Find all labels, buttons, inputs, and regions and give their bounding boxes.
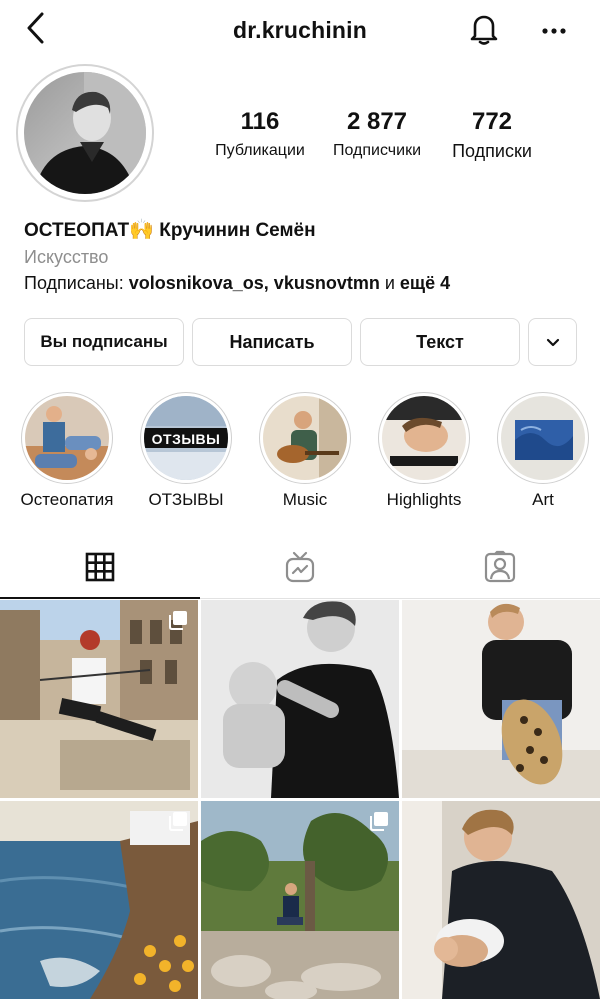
profile-username: dr.kruchinin <box>232 17 368 43</box>
grid-icon <box>85 552 115 587</box>
tagged-user-icon <box>483 550 517 589</box>
highlight-art[interactable]: Art <box>483 392 600 510</box>
highlight-overlay-text: ОТЗЫВЫ <box>151 431 221 447</box>
avatar <box>24 72 146 194</box>
following-count[interactable]: 772 Подписки <box>436 108 548 161</box>
highlight-cover-image <box>382 396 466 480</box>
raised-hands-emoji: 🙌 <box>129 219 155 241</box>
display-name-prefix: ОСТЕОПАТ <box>24 220 130 241</box>
posts-count-value: 116 <box>240 108 280 135</box>
highlight-music[interactable]: Music <box>245 392 365 510</box>
followed-by-more: ещё 4 <box>399 273 451 293</box>
more-horizontal-icon <box>541 22 567 40</box>
highlight-label: Art <box>532 490 554 509</box>
following-count-label: Подписки <box>452 141 532 161</box>
carousel-icon <box>168 811 188 831</box>
display-name-suffix: Кручинин Семён <box>154 220 316 241</box>
highlight-ring <box>497 392 589 484</box>
followers-count[interactable]: 2 877 Подписчики <box>318 108 436 161</box>
highlight-label: Music <box>282 490 328 509</box>
highlight-label: Highlights <box>386 490 462 509</box>
followers-count-label: Подписчики <box>332 142 421 159</box>
chevron-down-icon <box>546 332 560 353</box>
tab-igtv[interactable] <box>200 540 400 598</box>
bell-icon <box>468 12 500 51</box>
highlight-cover-image <box>263 396 347 480</box>
profile-display-name: ОСТЕОПАТ🙌 Кручинин Семён <box>24 217 316 242</box>
message-button[interactable]: Написать <box>192 318 352 366</box>
highlight-cover-image <box>501 396 585 480</box>
post-thumbnail[interactable] <box>402 801 600 999</box>
highlight-ring: ОТЗЫВЫ <box>140 392 232 484</box>
carousel-icon <box>168 610 188 630</box>
posts-count-label: Публикации <box>215 142 305 159</box>
more-options-button[interactable] <box>534 14 574 48</box>
highlight-highlights[interactable]: Highlights <box>364 392 484 510</box>
highlight-label: ОТЗЫВЫ <box>148 490 224 509</box>
profile-category: Искусство <box>24 247 109 267</box>
post-thumbnail[interactable] <box>402 600 600 798</box>
highlight-ring <box>21 392 113 484</box>
highlight-cover-image <box>25 396 109 480</box>
followed-by-line[interactable]: Подписаны: volosnikova_os, vkusnovtmn и … <box>24 273 450 294</box>
posts-grid <box>0 600 600 1000</box>
followed-by-and: и <box>379 273 400 293</box>
followed-by-prefix: Подписаны: <box>24 273 129 293</box>
profile-tabs <box>0 540 600 599</box>
following-count-value: 772 <box>471 108 513 135</box>
post-thumbnail[interactable] <box>0 801 198 999</box>
followers-count-value: 2 877 <box>346 108 408 135</box>
post-thumbnail[interactable] <box>201 801 399 999</box>
text-button[interactable]: Текст <box>360 318 520 366</box>
followed-by-names: volosnikova_os, vkusnovtmn <box>128 273 380 293</box>
highlight-label: Остеопатия <box>20 490 114 509</box>
igtv-icon <box>284 550 316 589</box>
highlight-reviews[interactable]: ОТЗЫВЫ ОТЗЫВЫ <box>126 392 246 510</box>
top-bar: dr.kruchinin <box>0 0 600 62</box>
post-thumbnail[interactable] <box>201 600 399 798</box>
post-thumbnail[interactable] <box>0 600 198 798</box>
highlight-cover-image: ОТЗЫВЫ <box>144 396 228 480</box>
notifications-button[interactable] <box>466 12 502 50</box>
profile-avatar-ring[interactable] <box>16 64 154 202</box>
following-button[interactable]: Вы подписаны <box>24 318 184 366</box>
highlight-ring <box>378 392 470 484</box>
highlight-ring <box>259 392 351 484</box>
tab-grid[interactable] <box>0 540 200 599</box>
suggested-accounts-button[interactable] <box>528 318 577 366</box>
posts-count[interactable]: 116 Публикации <box>200 108 320 161</box>
carousel-icon <box>369 811 389 831</box>
tab-tagged[interactable] <box>400 540 600 598</box>
highlight-osteopathy[interactable]: Остеопатия <box>7 392 127 510</box>
